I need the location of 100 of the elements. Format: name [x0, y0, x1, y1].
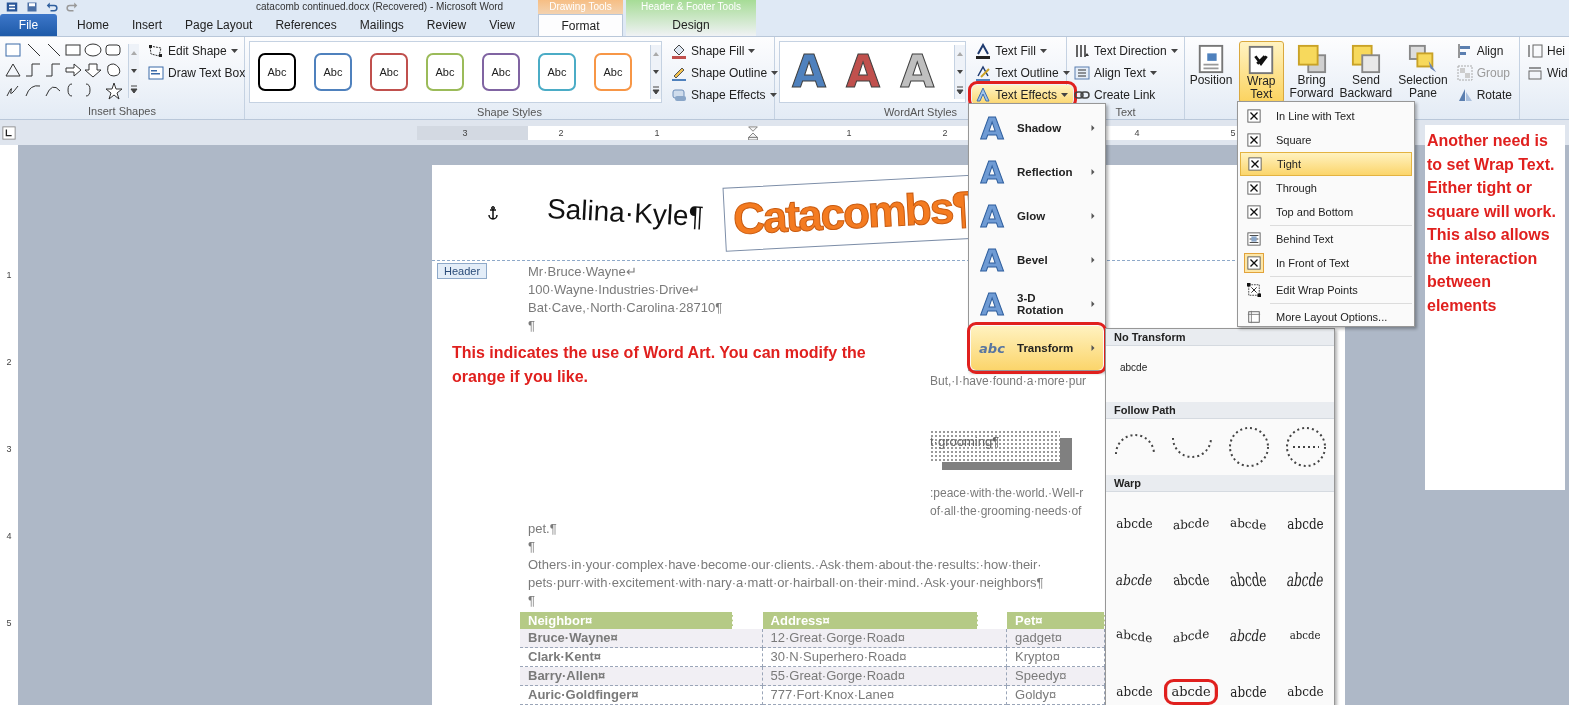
transform-preset[interactable]: abcde: [1227, 681, 1270, 703]
effect-preview-icon: abc: [975, 340, 1009, 356]
ribbon-button[interactable]: Align: [1453, 41, 1515, 61]
ruler-number: 1: [6, 270, 12, 282]
table-header-cell: Address¤: [762, 612, 978, 629]
text-line: Others·in·your·complex·have·become·our·clients.·Ask·them·about·the·results:·how·their·: [528, 556, 1042, 574]
shapes-gallery[interactable]: [4, 41, 124, 101]
table-cell: 55·Great·Gorge·Road¤: [762, 667, 1008, 686]
redo-icon: [66, 1, 78, 13]
ribbon-button[interactable]: Text Fill: [972, 41, 1073, 61]
ribbon-button[interactable]: Align Text: [1071, 63, 1182, 83]
section-header: Follow Path: [1106, 402, 1334, 419]
transform-preset[interactable]: abcde: [1168, 569, 1215, 591]
ribbon-button[interactable]: Wid: [1524, 63, 1569, 83]
ribbon-tab[interactable]: Insert: [121, 14, 174, 36]
transform-preset[interactable]: abcde: [1227, 513, 1270, 535]
ruler-number: 4: [6, 531, 12, 543]
ribbon-button[interactable]: Edit Shape: [145, 41, 249, 61]
wrap-layout-icon: [1248, 157, 1262, 171]
transform-preset[interactable]: abcde: [1170, 513, 1213, 535]
window-title: catacomb continued.docx (Recovered) - Microsoft Word: [256, 0, 504, 14]
shape-style-preset[interactable]: Abc: [538, 53, 576, 91]
send-backward-icon: [1350, 44, 1381, 74]
transform-preset[interactable]: abcde: [1113, 624, 1156, 648]
text-line: Mr·Bruce·Wayne↵: [528, 263, 637, 281]
menu-item[interactable]: In Line with Text: [1240, 104, 1412, 128]
transform-preset[interactable]: abcde: [1120, 362, 1148, 373]
menu-item[interactable]: A Shadow: [971, 106, 1103, 150]
ruler-number: 2: [941, 127, 949, 138]
menu-item[interactable]: Behind Text: [1240, 227, 1412, 251]
wordart-style-preset[interactable]: A: [792, 44, 827, 100]
header-tag: Header: [437, 263, 488, 279]
ribbon-tab[interactable]: Design: [626, 14, 756, 36]
ribbon-large-button[interactable]: Position: [1189, 41, 1234, 103]
ruler-number: 2: [6, 357, 12, 369]
section-header: No Transform: [1106, 329, 1334, 346]
table-cell: 12·Great·Gorge·Road¤: [762, 629, 1008, 648]
transform-preset[interactable]: abcde: [1282, 566, 1329, 594]
menu-item[interactable]: A 3-D Rotation: [971, 282, 1103, 326]
ruler-number: 3: [461, 127, 469, 138]
text-line: ¶: [528, 538, 535, 556]
shape-style-preset[interactable]: Abc: [594, 53, 632, 91]
wordart-style-preset[interactable]: A: [846, 44, 881, 100]
group-label: Text: [1114, 105, 1137, 120]
transform-preset[interactable]: abcde: [1111, 569, 1158, 591]
text-line: 100·Wayne·Industries·Drive↵: [528, 281, 701, 299]
ribbon-large-button[interactable]: Selection Pane: [1398, 41, 1448, 103]
transform-preset[interactable]: abcde: [1113, 683, 1156, 701]
tab-selector-icon: [2, 125, 16, 140]
annotation-note: Another need is to set Wrap Text. Either tight or square will work. This also allows the interaction between elements: [1425, 125, 1565, 490]
ribbon-button[interactable]: Shape Fill: [668, 41, 783, 61]
shape-effects-icon: [671, 87, 687, 103]
transform-preset[interactable]: abcde: [1225, 566, 1272, 594]
ribbon-button[interactable]: Hei: [1524, 41, 1569, 61]
wrap-layout-icon: [1247, 310, 1261, 324]
ribbon-button[interactable]: Shape Effects: [668, 85, 783, 105]
text-line: of·all·the·grooming·needs·of: [930, 503, 1082, 520]
ribbon-large-button[interactable]: Wrap Text: [1239, 41, 1284, 103]
transform-preset[interactable]: abcde: [1284, 683, 1327, 701]
menu-item[interactable]: Through: [1240, 176, 1412, 200]
menu-item[interactable]: More Layout Options...: [1240, 305, 1412, 329]
transform-preset[interactable]: abcde: [1287, 628, 1324, 644]
menu-item[interactable]: Square: [1240, 128, 1412, 152]
ribbon-button[interactable]: Draw Text Box: [145, 63, 249, 83]
ribbon-button[interactable]: Shape Outline: [668, 63, 783, 83]
transform-preset[interactable]: abcde: [1170, 624, 1213, 648]
wrap-layout-icon: [1247, 133, 1261, 147]
ribbon-button[interactable]: Text Direction: [1071, 41, 1182, 61]
shape-style-preset[interactable]: Abc: [258, 53, 296, 91]
transform-preset[interactable]: abcde: [1113, 514, 1156, 534]
ribbon-tab[interactable]: References: [264, 14, 348, 36]
ribbon-button[interactable]: Text Outline: [972, 63, 1073, 83]
transform-preset[interactable]: abcde: [1284, 512, 1327, 536]
transform-preset[interactable]: abcde: [1225, 624, 1272, 648]
text-line: But,·I·have·found·a·more·pur: [930, 373, 1087, 390]
ribbon-tab[interactable]: Page Layout: [174, 14, 264, 36]
ribbon-button[interactable]: Rotate: [1453, 85, 1515, 105]
ruler-number: 3: [6, 444, 12, 456]
ribbon-tab[interactable]: View: [478, 14, 526, 36]
shape-style-preset[interactable]: Abc: [370, 53, 408, 91]
ribbon-tab[interactable]: Format: [538, 14, 623, 36]
ribbon-button[interactable]: Create Link: [1071, 85, 1182, 105]
group-label: Insert Shapes: [87, 104, 157, 119]
shape-style-preset[interactable]: Abc: [426, 53, 464, 91]
menu-item[interactable]: In Front of Text: [1240, 251, 1412, 275]
ribbon-tab[interactable]: Review: [415, 14, 478, 36]
group-label: WordArt Styles: [882, 105, 959, 120]
file-tab[interactable]: File: [0, 14, 57, 36]
undo-icon: [46, 1, 58, 13]
shape-style-preset[interactable]: Abc: [314, 53, 352, 91]
table-cell: Speedy¤: [1007, 667, 1105, 686]
text-direction-icon: [1074, 43, 1090, 59]
menu-item[interactable]: Edit Wrap Points: [1240, 278, 1412, 302]
ribbon-tab[interactable]: Home: [66, 14, 120, 36]
ribbon-tab[interactable]: Mailings: [348, 14, 415, 36]
menu-item[interactable]: Top and Bottom: [1240, 200, 1412, 224]
menu-item[interactable]: Tight: [1240, 152, 1412, 176]
effect-preview-icon: A: [975, 286, 1009, 322]
shape-style-preset[interactable]: Abc: [482, 53, 520, 91]
table-header-cell: Pet¤: [1007, 612, 1105, 629]
